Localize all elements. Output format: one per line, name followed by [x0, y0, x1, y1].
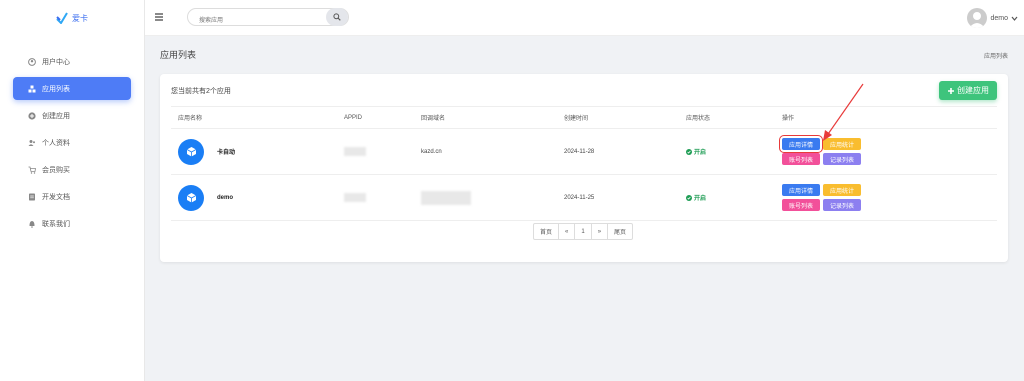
users-icon: [28, 139, 36, 147]
app-name-cell: 卡自动: [178, 129, 235, 174]
status-text: 开启: [694, 196, 707, 202]
sidebar-item-membership[interactable]: 会员购买: [13, 158, 131, 181]
pager-current[interactable]: 1: [575, 224, 592, 239]
sidebar-item-user-center[interactable]: 用户中心: [13, 50, 131, 73]
actions-cell: 应用详情 应用统计 账号列表 记录列表: [782, 175, 861, 220]
created-time: 2024-11-28: [564, 148, 595, 155]
appid-cell: [344, 129, 366, 174]
search-box: [187, 8, 349, 29]
app-list-card: 您当前共有2个应用 创建应用 应用名称 APPID 回调域名 创建时间 应用状态…: [160, 74, 1008, 262]
created-time: 2024-11-25: [564, 194, 595, 201]
table-header: 应用名称 APPID 回调域名 创建时间 应用状态 操作: [171, 106, 997, 129]
sidebar-item-label: 联系我们: [42, 220, 70, 228]
record-list-button[interactable]: 记录列表: [823, 199, 861, 211]
plus-icon: [948, 87, 954, 94]
search-icon: [333, 13, 341, 21]
cube-icon: [186, 193, 196, 203]
pager-next[interactable]: »: [592, 224, 609, 239]
create-app-button[interactable]: 创建应用: [939, 81, 997, 100]
user-avatar-icon: [969, 12, 986, 28]
avatar: [967, 8, 988, 28]
table-row: demo 2024-11-25 开启 应用详情 应用统计 账号列表 记录列表: [171, 175, 997, 221]
record-list-button[interactable]: 记录列表: [823, 153, 861, 165]
sidebar-item-contact[interactable]: 联系我们: [13, 212, 131, 235]
search-button[interactable]: [326, 8, 348, 26]
callback-domain: kazd.cn: [421, 148, 442, 155]
breadcrumb[interactable]: 应用列表: [984, 51, 1008, 60]
sidebar-item-profile[interactable]: 个人资料: [13, 131, 131, 154]
pager-last[interactable]: 尾页: [608, 224, 632, 239]
status-cell: 开启: [686, 175, 706, 220]
sidebar-item-label: 会员购买: [42, 166, 70, 174]
account-list-button[interactable]: 账号列表: [782, 153, 820, 165]
sidebar-item-label: 创建应用: [42, 112, 70, 120]
plus-circle-icon: [28, 111, 36, 120]
app-name: demo: [217, 194, 234, 201]
check-circle-icon: [686, 194, 692, 201]
header-appid: APPID: [344, 114, 363, 121]
status-text: 开启: [694, 150, 707, 156]
callback-domain-cell: [421, 175, 471, 220]
appid-redacted: [344, 147, 366, 156]
search-input[interactable]: [188, 13, 318, 29]
header-actions: 操作: [782, 116, 795, 122]
user-menu[interactable]: demo: [967, 8, 1018, 28]
header-app-status: 应用状态: [686, 116, 711, 122]
brand-logo[interactable]: 爱卡: [0, 0, 144, 36]
table-row: 卡自动 kazd.cn 2024-11-28 开启 应用详情 应用统计 账号列表…: [171, 129, 997, 175]
header-callback-domain: 回调域名: [421, 116, 446, 122]
app-stats-button[interactable]: 应用统计: [823, 138, 861, 150]
account-list-button[interactable]: 账号列表: [782, 199, 820, 211]
sidebar-item-create-app[interactable]: 创建应用: [13, 104, 131, 127]
cube-icon: [186, 147, 196, 157]
document-icon: [28, 193, 36, 201]
app-detail-button[interactable]: 应用详情: [779, 135, 823, 153]
header-app-name: 应用名称: [178, 116, 203, 122]
sidebar-item-app-list[interactable]: 应用列表: [13, 77, 131, 100]
top-bar: demo: [145, 0, 1024, 36]
pager-prev[interactable]: «: [559, 224, 576, 239]
app-table: 应用名称 APPID 回调域名 创建时间 应用状态 操作 卡自动 kazd.cn…: [171, 106, 997, 221]
app-stats-button[interactable]: 应用统计: [823, 184, 861, 196]
user-circle-icon: [28, 57, 36, 66]
app-icon: [178, 184, 204, 211]
pager-first[interactable]: 首页: [534, 224, 560, 239]
brand-name: 爱卡: [72, 13, 88, 23]
sidebar-item-label: 开发文档: [42, 193, 70, 201]
domain-redacted: [421, 190, 471, 205]
username: demo: [990, 14, 1008, 22]
bell-icon: [28, 220, 36, 228]
actions-cell: 应用详情 应用统计 账号列表 记录列表: [779, 129, 861, 174]
status-badge: 开启: [686, 193, 706, 202]
create-app-label: 创建应用: [957, 86, 989, 95]
sidebar-item-label: 应用列表: [42, 85, 70, 93]
page-title: 应用列表: [160, 50, 197, 60]
pagination: 首页 « 1 » 尾页: [533, 223, 634, 240]
app-detail-button[interactable]: 应用详情: [782, 184, 820, 196]
sidebar-item-docs[interactable]: 开发文档: [13, 185, 131, 208]
app-count-text: 您当前共有2个应用: [171, 88, 231, 95]
sidebar: 爱卡 用户中心 应用列表 创建应用 个人资料 会员购买 开发文档 联系我们: [0, 0, 145, 381]
cubes-icon: [28, 85, 36, 93]
sidebar-item-label: 个人资料: [42, 139, 70, 147]
appid-cell: [344, 175, 366, 220]
app-icon: [178, 138, 204, 165]
check-circle-icon: [686, 148, 692, 155]
status-cell: 开启: [686, 129, 706, 174]
app-name-cell: demo: [178, 175, 233, 220]
sidebar-nav: 用户中心 应用列表 创建应用 个人资料 会员购买 开发文档 联系我们: [0, 50, 144, 235]
hamburger-menu-icon[interactable]: [154, 12, 164, 22]
appid-redacted: [344, 193, 366, 202]
status-badge: 开启: [686, 147, 706, 156]
header-created-time: 创建时间: [564, 116, 589, 122]
brand-icon: [56, 12, 68, 24]
app-name: 卡自动: [217, 150, 236, 156]
chevron-down-icon: [1011, 16, 1018, 21]
sidebar-item-label: 用户中心: [42, 58, 70, 66]
cart-icon: [28, 166, 36, 174]
